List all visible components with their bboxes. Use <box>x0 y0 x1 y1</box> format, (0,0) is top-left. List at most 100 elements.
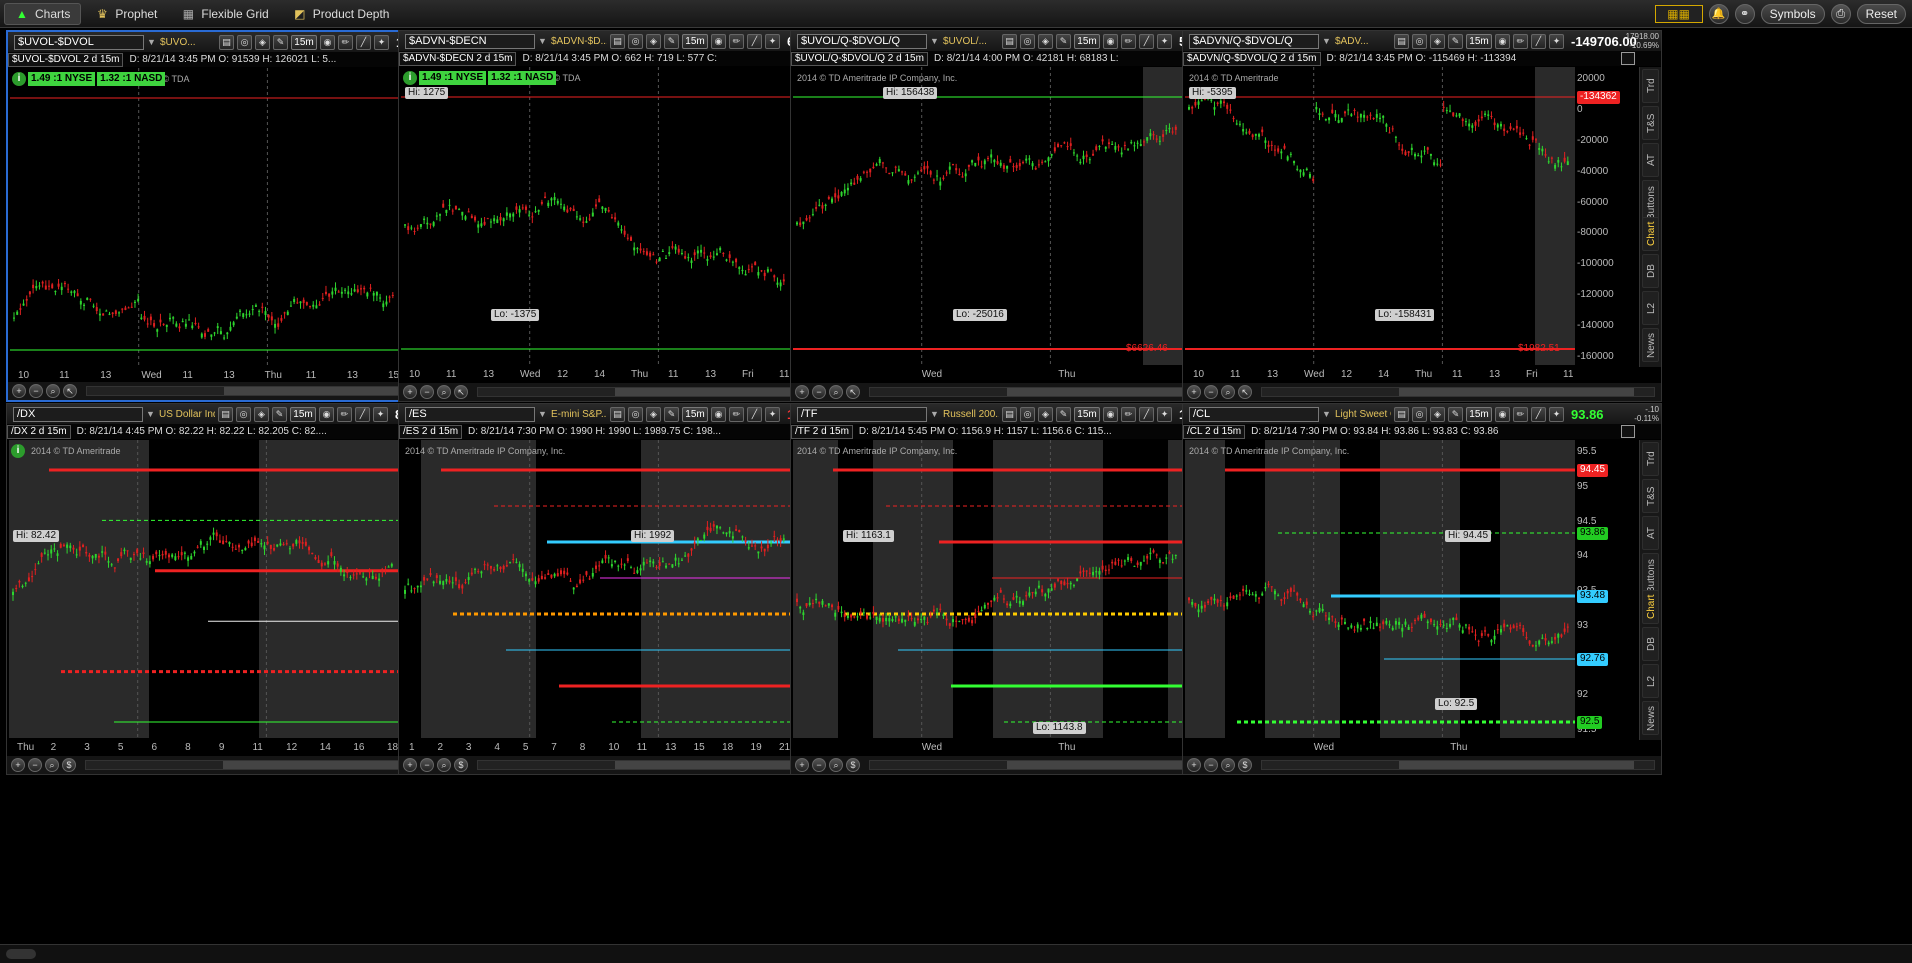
zoom-in-icon[interactable]: ⌕ <box>1221 758 1235 772</box>
maximize-icon[interactable] <box>1621 52 1635 65</box>
side-tab-l2[interactable]: L2 <box>1642 291 1659 325</box>
wrench-icon[interactable]: ✎ <box>664 406 679 422</box>
timeframe-select[interactable]: 15m <box>1466 406 1492 422</box>
compare-icon[interactable]: ◈ <box>1430 33 1445 49</box>
pencil-icon[interactable]: ✏ <box>1121 33 1136 49</box>
zoom-in-icon[interactable]: ⌕ <box>437 758 451 772</box>
price-chart[interactable]: 2014 © TDAi1.49 :1 NYSE1.32 :1 NASD20000… <box>10 68 462 380</box>
bell-icon[interactable]: 🔔 <box>1708 4 1729 24</box>
price-chart[interactable]: 2014 © TD AmeritradeiHi: 82.4282.682.558… <box>9 440 461 752</box>
chevron-down-icon[interactable]: ▼ <box>147 35 157 50</box>
tab-prophet[interactable]: ♛ Prophet <box>85 3 167 25</box>
drawing-icon[interactable]: ◉ <box>1495 406 1510 422</box>
zoom-in-icon[interactable]: ⌕ <box>1221 385 1235 399</box>
wrench-icon[interactable]: ✎ <box>272 406 287 422</box>
compare-icon[interactable]: ◈ <box>1038 33 1053 49</box>
side-tab-l2[interactable]: L2 <box>1642 664 1659 698</box>
tab-charts[interactable]: ▲ Charts <box>4 2 82 25</box>
side-tab-trd[interactable]: Trd <box>1642 69 1659 103</box>
zoom-in-icon[interactable]: ⌕ <box>46 384 60 398</box>
maximize-icon[interactable] <box>1621 425 1635 438</box>
horizontal-scrollbar[interactable] <box>1261 387 1655 397</box>
line-icon[interactable]: ╱ <box>747 406 762 422</box>
side-tab-trd[interactable]: Trd <box>1642 442 1659 476</box>
side-tab-chart[interactable]: Chart <box>1642 590 1659 624</box>
chevron-down-icon[interactable]: ▼ <box>538 34 548 49</box>
style-icon[interactable]: ▤ <box>1394 406 1409 422</box>
wrench-icon[interactable]: ✎ <box>1056 406 1071 422</box>
settings-icon[interactable]: ✦ <box>765 406 780 422</box>
compare-icon[interactable]: ◈ <box>254 406 269 422</box>
pencil-icon[interactable]: ✏ <box>729 33 744 49</box>
plus-icon[interactable]: + <box>795 385 809 399</box>
cursor-icon[interactable]: ↖ <box>1238 385 1252 399</box>
scroll-thumb[interactable] <box>1399 388 1635 396</box>
line-icon[interactable]: ╱ <box>1139 33 1154 49</box>
drawing-icon[interactable]: ◉ <box>1103 33 1118 49</box>
line-icon[interactable]: ╱ <box>1531 33 1546 49</box>
reset-button[interactable]: Reset <box>1856 4 1906 24</box>
plus-icon[interactable]: + <box>11 758 25 772</box>
studies-icon[interactable]: ◎ <box>236 406 251 422</box>
symbol-input[interactable]: $UVOL/Q-$DVOL/Q <box>797 33 927 49</box>
side-tab-db[interactable]: DB <box>1642 254 1659 288</box>
settings-icon[interactable]: ✦ <box>374 34 389 50</box>
drawing-icon[interactable]: ◉ <box>711 33 726 49</box>
price-chart[interactable]: 2014 © TD Ameritrade IP Company, Inc. Hi:… <box>1185 440 1637 752</box>
scroll-thumb[interactable] <box>1399 761 1635 769</box>
symbol-input[interactable]: $ADVN/Q-$DVOL/Q <box>1189 33 1319 49</box>
info-icon[interactable]: i <box>403 71 417 85</box>
plus-icon[interactable]: + <box>795 758 809 772</box>
settings-icon[interactable]: ✦ <box>1157 406 1172 422</box>
compare-icon[interactable]: ◈ <box>646 406 661 422</box>
grid-layout-icon[interactable]: ▦▦ <box>1654 5 1703 23</box>
zoom-out-icon[interactable]: − <box>812 385 826 399</box>
studies-icon[interactable]: ◎ <box>628 406 643 422</box>
settings-icon[interactable]: ✦ <box>1157 33 1172 49</box>
zoom-out-icon[interactable]: − <box>420 758 434 772</box>
wrench-icon[interactable]: ✎ <box>664 33 679 49</box>
line-icon[interactable]: ╱ <box>1139 406 1154 422</box>
settings-icon[interactable]: ✦ <box>765 33 780 49</box>
zoom-in-icon[interactable]: ⌕ <box>829 385 843 399</box>
zoom-out-icon[interactable]: − <box>29 384 43 398</box>
dollar-icon[interactable]: $ <box>454 758 468 772</box>
cursor-icon[interactable]: ↖ <box>846 385 860 399</box>
style-icon[interactable]: ▤ <box>610 33 625 49</box>
zoom-out-icon[interactable]: − <box>28 758 42 772</box>
drawing-icon[interactable]: ◉ <box>711 406 726 422</box>
chart-panel[interactable]: /CL ▼ Light Sweet Cr... ▤ ◎ ◈ ✎ 15m ◉ ✏ … <box>1182 403 1662 775</box>
chevron-down-icon[interactable]: ▼ <box>930 407 940 422</box>
drawing-icon[interactable]: ◉ <box>320 34 335 50</box>
zoom-in-icon[interactable]: ⌕ <box>829 758 843 772</box>
side-tab-news[interactable]: News <box>1642 328 1659 362</box>
plus-icon[interactable]: + <box>1187 758 1201 772</box>
pencil-icon[interactable]: ✏ <box>338 34 353 50</box>
chart-panel[interactable]: $ADVN/Q-$DVOL/Q ▼ $ADV... ▤ ◎ ◈ ✎ 15m ◉ … <box>1182 30 1662 402</box>
chevron-down-icon[interactable]: ▼ <box>146 407 156 422</box>
price-chart[interactable]: 2014 © TD Ameritrade Hi: -5395 Lo: -158431… <box>1185 67 1637 379</box>
compare-icon[interactable]: ◈ <box>646 33 661 49</box>
chevron-down-icon[interactable]: ▼ <box>1322 407 1332 422</box>
dollar-icon[interactable]: $ <box>62 758 76 772</box>
timeframe-select[interactable]: 15m <box>682 406 708 422</box>
timeframe-select[interactable]: 15m <box>1074 406 1100 422</box>
style-icon[interactable]: ▤ <box>1002 406 1017 422</box>
wrench-icon[interactable]: ✎ <box>1056 33 1071 49</box>
side-tab-at[interactable]: AT <box>1642 516 1659 550</box>
timeframe-select[interactable]: 15m <box>290 406 316 422</box>
compare-icon[interactable]: ◈ <box>1038 406 1053 422</box>
tab-flexible-grid[interactable]: ▦ Flexible Grid <box>171 3 278 25</box>
tab-product-depth[interactable]: ◩ Product Depth <box>283 3 400 25</box>
timeframe-select[interactable]: 15m <box>682 33 708 49</box>
symbol-input[interactable]: /TF <box>797 406 927 422</box>
symbol-input[interactable]: $UVOL-$DVOL <box>14 34 144 50</box>
drawing-icon[interactable]: ◉ <box>1495 33 1510 49</box>
zoom-out-icon[interactable]: − <box>420 385 434 399</box>
zoom-out-icon[interactable]: − <box>812 758 826 772</box>
line-icon[interactable]: ╱ <box>355 406 370 422</box>
side-tab-ts[interactable]: T&S <box>1642 479 1659 513</box>
wrench-icon[interactable]: ✎ <box>273 34 288 50</box>
horizontal-scrollbar[interactable] <box>1261 760 1655 770</box>
style-icon[interactable]: ▤ <box>219 34 234 50</box>
